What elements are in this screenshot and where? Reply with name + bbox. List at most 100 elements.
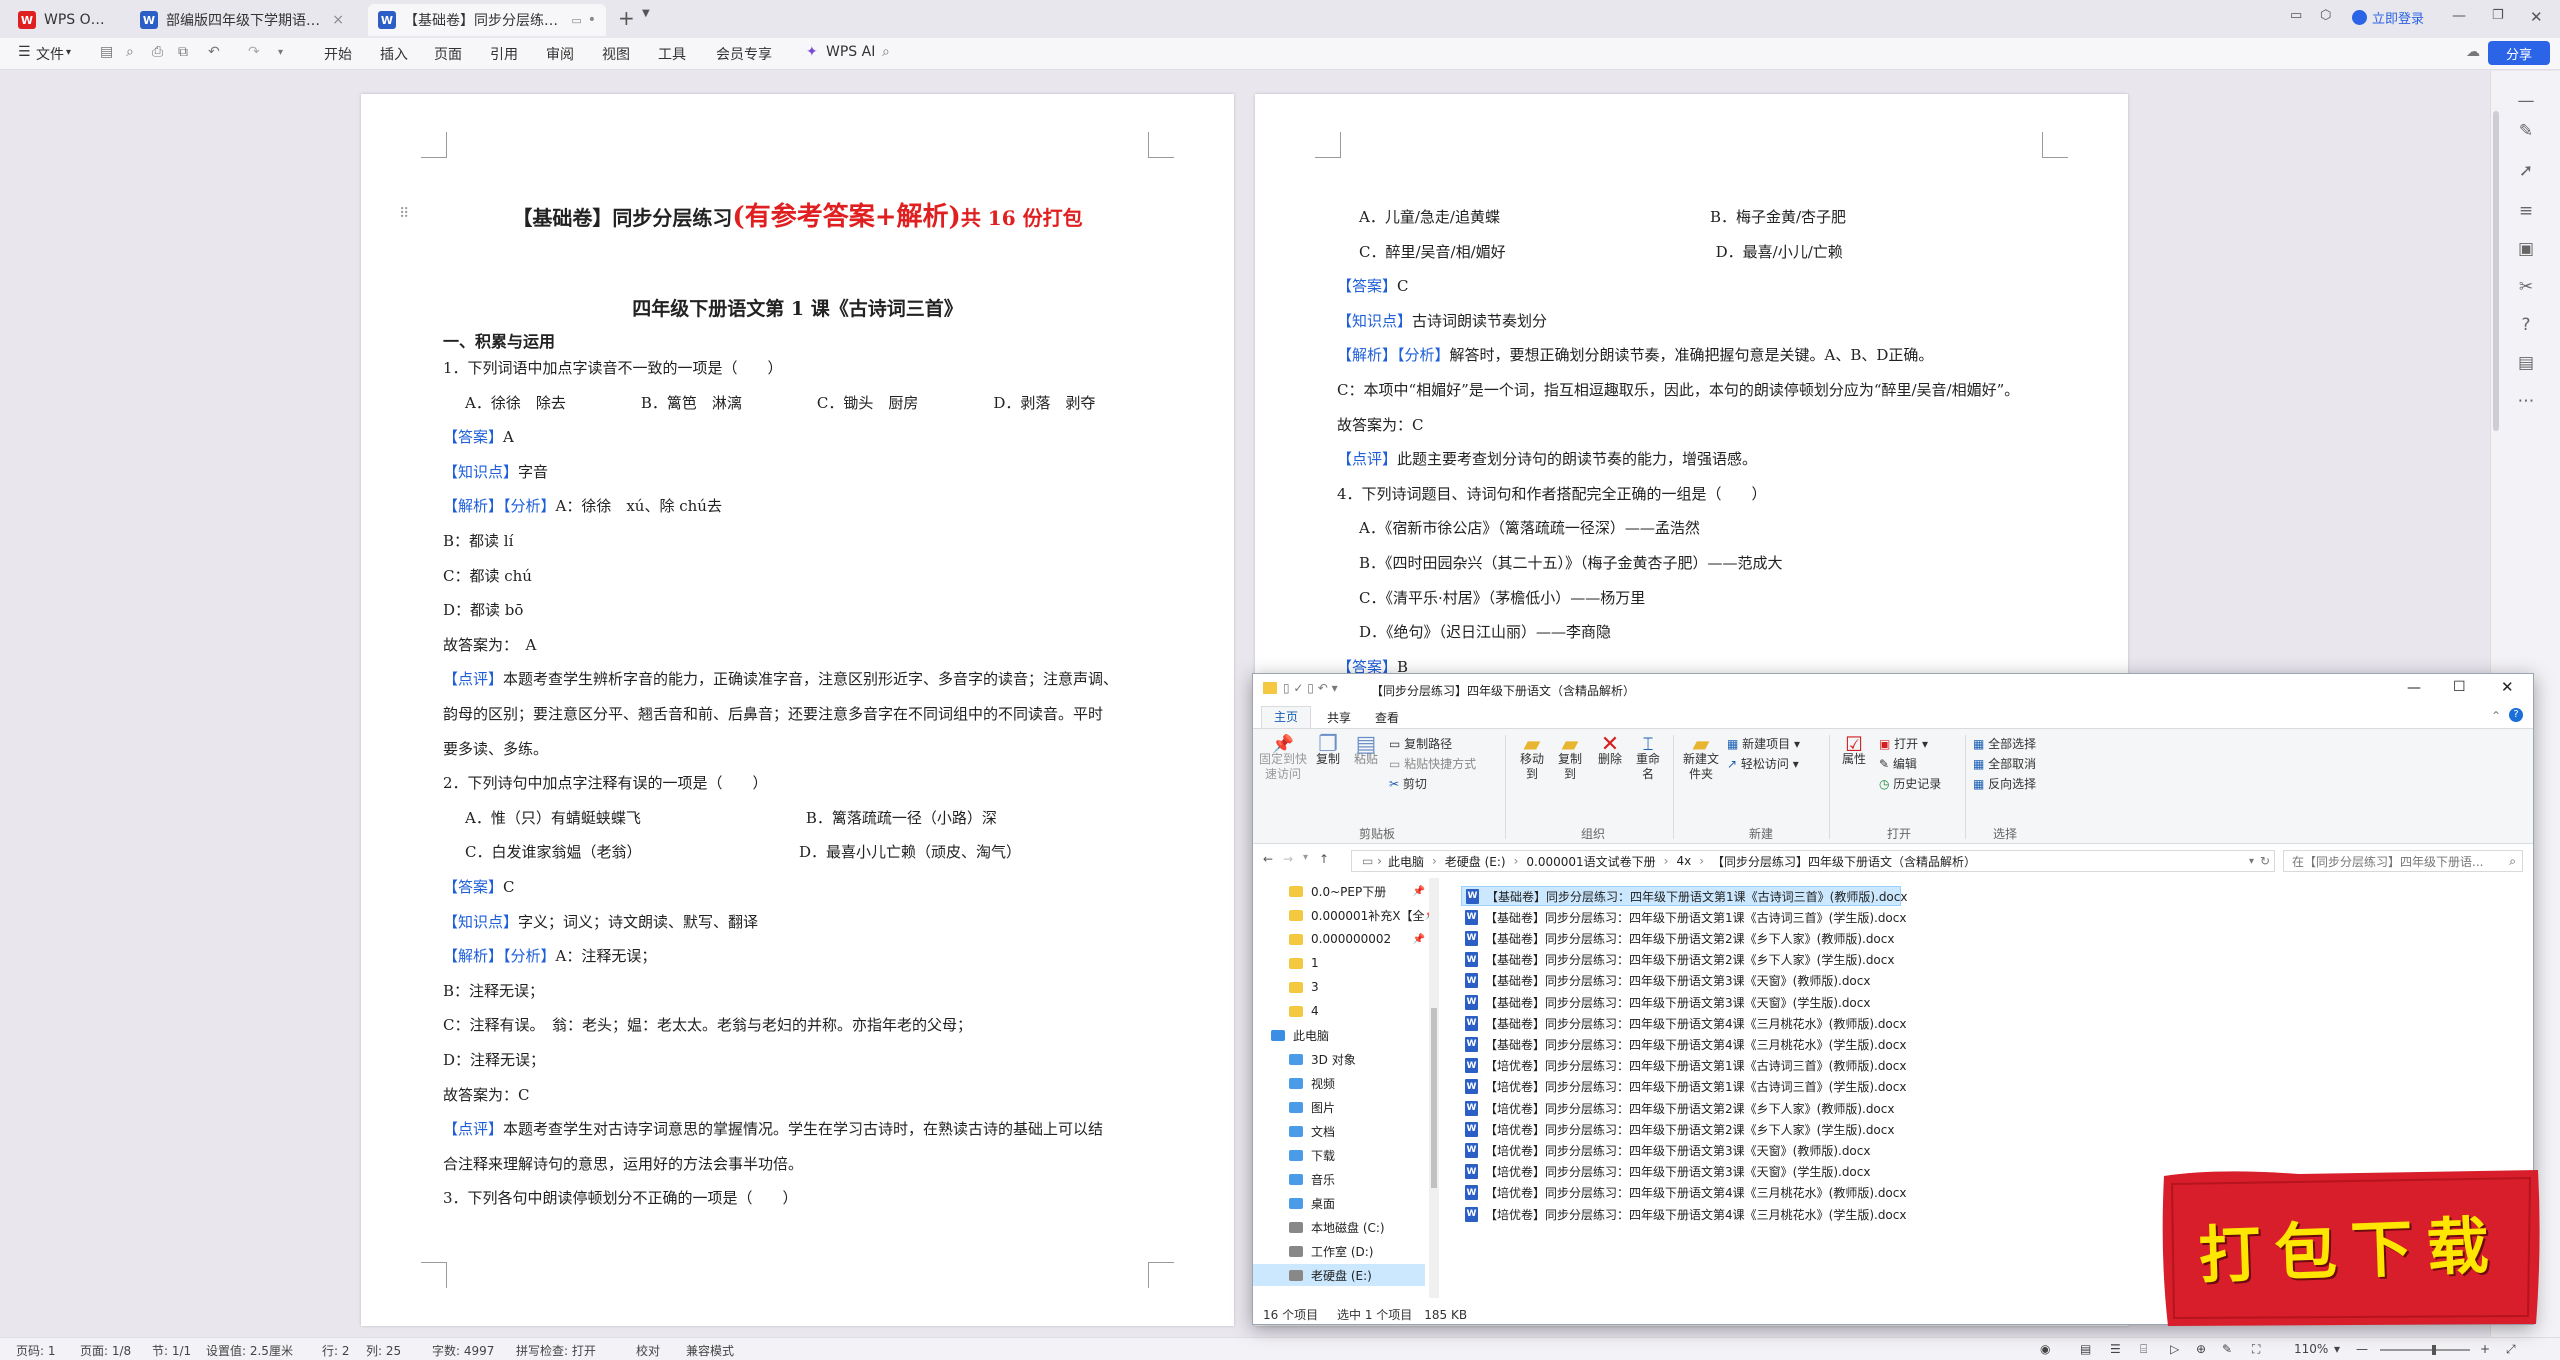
nav-item[interactable]: 图片	[1253, 1096, 1425, 1118]
file-item[interactable]: W 【培优卷】同步分层练习：四年级下册语文第4课《三月桃花水》(学生版).docx	[1461, 1204, 1906, 1224]
close-icon[interactable]: ✕	[2501, 678, 2514, 696]
status-words[interactable]: 字数: 4997	[432, 1342, 494, 1359]
nav-item[interactable]: 下载	[1253, 1144, 1425, 1166]
quick-access-icons[interactable]: ▯ ✓ ▯ ↶ ▾	[1283, 681, 1338, 695]
forward-icon[interactable]: →	[1283, 852, 1293, 866]
menu-membership[interactable]: 会员专享	[716, 44, 772, 64]
ribbon-tab-home[interactable]: 主页	[1261, 706, 1311, 728]
page-view-icon[interactable]: ▤	[2080, 1342, 2091, 1356]
file-item[interactable]: W 【基础卷】同步分层练习：四年级下册语文第4课《三月桃花水》(学生版).docx	[1461, 1034, 1906, 1054]
file-item[interactable]: W 【基础卷】同步分层练习：四年级下册语文第4课《三月桃花水》(教师版).docx	[1461, 1013, 1906, 1033]
export-icon[interactable]: ⌕	[126, 44, 134, 60]
nav-item[interactable]: 0.000000002 📌	[1253, 928, 1425, 950]
crumb-folder-3[interactable]: 【同步分层练习】四年级下册语文（含精品解析）	[1712, 853, 1976, 870]
file-item[interactable]: W 【基础卷】同步分层练习：四年级下册语文第2课《乡下人家》(学生版).docx	[1461, 950, 1901, 970]
nav-item[interactable]: 视频	[1253, 1072, 1425, 1094]
menu-home[interactable]: 开始	[324, 44, 352, 64]
file-item[interactable]: W 【培优卷】同步分层练习：四年级下册语文第1课《古诗词三首》(教师版).docx	[1461, 1056, 1906, 1076]
status-compat[interactable]: 兼容模式	[686, 1342, 734, 1359]
zoom-in-icon[interactable]: +	[2480, 1342, 2490, 1356]
status-section[interactable]: 节: 1/1	[152, 1342, 191, 1359]
preview-icon[interactable]: ⧉	[178, 44, 188, 60]
menu-tools[interactable]: 工具	[658, 44, 686, 64]
pen-icon[interactable]: ✎	[2222, 1342, 2232, 1356]
undo-icon[interactable]: ↶	[208, 44, 220, 60]
layout-icon[interactable]: ▤	[2491, 353, 2560, 373]
delete-button[interactable]: ✕ 删除	[1593, 734, 1627, 767]
zoom-dropdown-icon[interactable]: ▾	[2334, 1342, 2340, 1356]
pin-button[interactable]: 📌 固定到快速访问	[1257, 736, 1309, 782]
copy-button[interactable]: ❐ 复制	[1311, 734, 1345, 767]
status-pages[interactable]: 页面: 1/8	[80, 1342, 131, 1359]
pin-icon[interactable]: 📌	[1413, 886, 1425, 897]
status-page[interactable]: 页码: 1	[16, 1342, 56, 1359]
nav-item[interactable]: 3	[1253, 976, 1425, 998]
tab-wps-office[interactable]: W WPS Office	[8, 4, 128, 36]
fullscreen-icon[interactable]: ⤢	[2506, 1342, 2516, 1357]
pointer-icon[interactable]: ➚	[2491, 161, 2560, 181]
outline-icon[interactable]: ☰	[2110, 1342, 2121, 1356]
file-item[interactable]: W 【培优卷】同步分层练习：四年级下册语文第3课《天窗》(教师版).docx	[1461, 1140, 1901, 1160]
file-item[interactable]: W 【培优卷】同步分层练习：四年级下册语文第4课《三月桃花水》(教师版).docx	[1461, 1183, 1906, 1203]
print-icon[interactable]: ⎙	[152, 44, 163, 60]
menu-review[interactable]: 审阅	[546, 44, 574, 64]
zoom-out-icon[interactable]: —	[2356, 1342, 2368, 1356]
more-icon[interactable]: ▾	[278, 47, 283, 58]
chevron-up-icon[interactable]: ⌃	[2491, 709, 2501, 723]
menu-view[interactable]: 视图	[602, 44, 630, 64]
status-setting[interactable]: 设置值: 2.5厘米	[206, 1342, 293, 1359]
close-icon[interactable]: •	[582, 12, 596, 28]
explorer-search[interactable]: 在【同步分层练习】四年级下册语... ⌕	[2283, 850, 2523, 872]
move-to-button[interactable]: ▰ 移动到	[1515, 734, 1549, 782]
paste-button[interactable]: ▤ 粘贴	[1349, 734, 1383, 767]
cloud-icon[interactable]: ☁	[2466, 44, 2480, 60]
menu-reference[interactable]: 引用	[490, 44, 518, 64]
image-icon[interactable]: ▣	[2491, 239, 2560, 259]
close-window-icon[interactable]: ✕	[2530, 8, 2543, 26]
nav-item[interactable]: 1	[1253, 952, 1425, 974]
ribbon-tab-share[interactable]: 共享	[1327, 709, 1351, 726]
back-icon[interactable]: ←	[1263, 852, 1273, 866]
nav-item[interactable]: 3D 对象	[1253, 1048, 1425, 1070]
file-item[interactable]: W 【培优卷】同步分层练习：四年级下册语文第3课《天窗》(学生版).docx	[1461, 1162, 1901, 1182]
new-item-button[interactable]: ▦ 新建项目 ▾	[1727, 735, 1800, 752]
ribbon-tab-view[interactable]: 查看	[1375, 709, 1399, 726]
crumb-this-pc[interactable]: 此电脑	[1388, 853, 1424, 870]
history-button[interactable]: ◷ 历史记录	[1879, 775, 1941, 792]
edit-icon[interactable]: ✎	[2491, 121, 2560, 141]
nav-item[interactable]: 0.0~PEP下册 📌	[1253, 880, 1425, 902]
nav-item[interactable]: 音乐	[1253, 1168, 1425, 1190]
file-item[interactable]: W 【基础卷】同步分层练习：四年级下册语文第2课《乡下人家》(教师版).docx	[1461, 928, 1901, 948]
search-icon[interactable]: ⌕	[882, 44, 890, 60]
globe-icon[interactable]: ⊕	[2196, 1342, 2206, 1356]
minimize-icon[interactable]: —	[2452, 8, 2466, 24]
invert-selection-button[interactable]: ▦ 反向选择	[1973, 775, 2036, 792]
tab-document-active[interactable]: W 【基础卷】同步分层练习：四 ▭ •	[368, 4, 606, 36]
edit-button[interactable]: ✎ 编辑	[1879, 755, 1917, 772]
chevron-down-icon[interactable]: ▾	[66, 47, 71, 58]
menu-insert[interactable]: 插入	[380, 44, 408, 64]
crumb-drive[interactable]: 老硬盘 (E:)	[1445, 853, 1506, 870]
copy-to-button[interactable]: ▰ 复制到	[1553, 734, 1587, 782]
tab-document-1[interactable]: W 部编版四年级下学期语文第一单元 ×	[130, 4, 354, 36]
document-page-1[interactable]: ⠿ 【基础卷】同步分层练习(有参考答案+解析)共 16 份打包 四年级下册语文第…	[361, 94, 1234, 1326]
cube-icon[interactable]: ⬡	[2320, 8, 2331, 23]
recent-icon[interactable]: ▾	[1303, 852, 1308, 863]
tablet-icon[interactable]: ▭	[2290, 8, 2302, 23]
adjust-icon[interactable]: ≡	[2491, 201, 2560, 221]
nav-item[interactable]: 文档	[1253, 1120, 1425, 1142]
select-all-button[interactable]: ▦ 全部选择	[1973, 735, 2036, 752]
nav-item[interactable]: 此电脑	[1253, 1024, 1425, 1046]
file-item[interactable]: W 【基础卷】同步分层练习：四年级下册语文第1课《古诗词三首》(教师版).docx	[1461, 886, 1907, 906]
file-menu[interactable]: 文件	[36, 44, 64, 64]
address-bar[interactable]: ▭ › 此电脑 › 老硬盘 (E:) › 0.000001语文试卷下册 › 4x › 【…	[1351, 850, 2275, 872]
help-icon[interactable]: ?	[2491, 315, 2560, 335]
menu-wps-ai[interactable]: WPS AI	[826, 44, 875, 60]
share-button[interactable]: 分享	[2488, 41, 2550, 65]
eye-icon[interactable]: ◉	[2040, 1342, 2050, 1356]
download-package-stamp[interactable]: 打包下载	[2158, 1166, 2543, 1329]
status-col[interactable]: 列: 25	[366, 1342, 401, 1359]
crumb-folder-1[interactable]: 0.000001语文试卷下册	[1526, 853, 1655, 870]
zoom-slider-thumb[interactable]	[2432, 1345, 2436, 1355]
status-proof[interactable]: 校对	[636, 1342, 660, 1359]
